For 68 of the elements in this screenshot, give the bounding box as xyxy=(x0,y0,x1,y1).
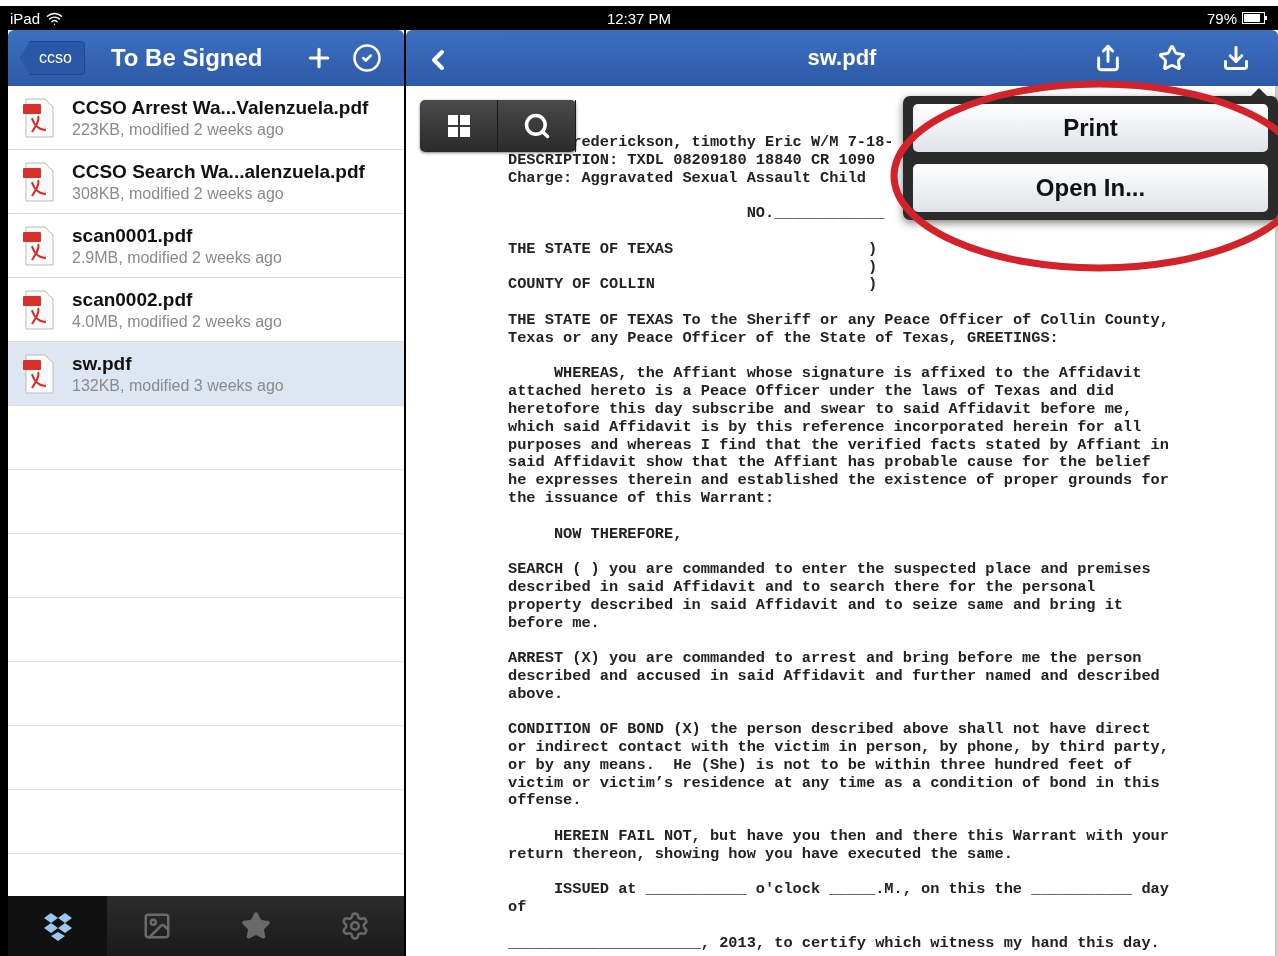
document-title: sw.pdf xyxy=(807,45,877,71)
clock: 12:37 PM xyxy=(606,9,672,27)
document-line: _____________________, 2013, to certify which witness my hand this day. xyxy=(508,934,1160,953)
download-icon[interactable] xyxy=(1222,44,1250,72)
file-name: sw.pdf xyxy=(72,352,133,375)
tab-button[interactable] xyxy=(8,896,107,956)
document-line: SEARCH ( ) you are commanded to enter the suspected place and premises xyxy=(508,561,1151,579)
menu-button[interactable]: Print xyxy=(913,104,1268,152)
file-name: CCSO Search Wa...alenzuela.pdf xyxy=(72,160,365,183)
document-line: return thereon, showing how you have executed the same. xyxy=(508,845,1013,864)
document-line: described and accused in said Affidavit and further named and described xyxy=(508,667,1160,686)
file-details: 308KB, modified 2 weeks ago xyxy=(72,184,285,203)
bracket-mark: ) xyxy=(868,276,878,295)
pdf-file-icon xyxy=(22,161,56,202)
document-line: WHEREAS, the Affiant whose signature is affixed to the Affidavit xyxy=(552,365,1142,384)
document-line: COUNTY OF COLLIN xyxy=(508,276,656,295)
document-line: which said Affidavit is by this reference incorporated herein for all xyxy=(508,418,1142,437)
document-line: the issuance of this Warrant: xyxy=(508,489,775,508)
menu-button[interactable]: Open In... xyxy=(913,164,1268,212)
settings-icon xyxy=(339,911,370,941)
document-line: DESCRIPTION: TXDL 08209180 18840 CR 1090 xyxy=(508,151,876,170)
file-name: scan0002.pdf xyxy=(72,288,194,311)
document-line: said Affidavit show that the Affiant has probable cause for the belief xyxy=(508,454,1151,473)
back-button[interactable]: ccso xyxy=(20,41,85,75)
document-line: ARREST (X) you are commanded to arrest and bring before me the person xyxy=(508,650,1142,668)
document-line: he expresses therein and established the existence of proper grounds for xyxy=(508,472,1169,490)
document-line: victim or victim’s residence at any time as a condition of bond in this xyxy=(508,774,1160,793)
file-details: 2.9MB, modified 2 weeks ago xyxy=(72,248,282,267)
document-line: purposes and whereas I find that the verified facts stated by Affiant in xyxy=(508,436,1169,455)
document-line: Texas or any Peace Officer of the State of Texas, GREETINGS: xyxy=(508,329,1059,348)
bracket-mark: ) xyxy=(868,258,878,277)
device-name: iPad xyxy=(10,9,41,27)
folder-title: To Be Signed xyxy=(110,44,263,72)
star-icon[interactable] xyxy=(1158,44,1186,72)
document-line: Charge: Aggravated Sexual Assault Child xyxy=(508,169,866,188)
document-line: THE STATE OF TEXAS To the Sheriff or any Peace Officer of Collin County, xyxy=(508,311,1169,330)
document-line: THE STATE OF TEXAS xyxy=(508,240,675,259)
document-line: described in said Affidavit and to search there for the personal xyxy=(508,578,1096,597)
share-icon[interactable] xyxy=(1094,44,1122,72)
file-details: 223KB, modified 2 weeks ago xyxy=(72,120,285,139)
file-name: scan0001.pdf xyxy=(72,224,194,247)
document-line: above. xyxy=(508,685,564,704)
document-line: offense. xyxy=(508,792,582,811)
document-line: or indirect contact with the victim in person, by phone, by third party, xyxy=(508,739,1169,757)
battery-percent: 79% xyxy=(1206,9,1237,27)
document-line: HEREIN FAIL NOT, but have you then and there this Warrant with your xyxy=(552,828,1169,846)
star-icon xyxy=(240,911,271,941)
pdf-file-icon xyxy=(22,97,56,138)
file-details: 132KB, modified 3 weeks ago xyxy=(72,376,284,395)
pdf-file-icon xyxy=(22,353,56,394)
document-line: of xyxy=(508,899,527,918)
pdf-file-icon xyxy=(22,289,56,330)
bracket-mark: ) xyxy=(868,240,878,259)
file-name: CCSO Arrest Wa...Valenzuela.pdf xyxy=(72,96,369,119)
check-circle-icon[interactable] xyxy=(352,43,382,73)
document-line: ISSUED at ___________ o'clock _____.M., on this the ___________ day xyxy=(552,881,1169,900)
battery-icon xyxy=(1242,12,1268,24)
document-line: NO.____________ xyxy=(745,205,885,223)
document-line: heretofore this day subscribe and swear to said Affidavit before me, xyxy=(508,400,1133,419)
document-line: attached hereto is a Peace Officer under the laws of Texas and did xyxy=(508,383,1114,401)
document-line: CONDITION OF BOND (X) the person described above shall not have direct xyxy=(508,721,1151,740)
document-line: before me. xyxy=(508,614,600,633)
document-line: NOW THEREFORE, xyxy=(552,525,683,544)
file-row[interactable]: sw.pdf 132KB, modified 3 weeks ago xyxy=(8,342,404,406)
document-line: or by any means. He (She) is not to be within three hundred feet of xyxy=(508,756,1133,775)
document-line: property described in said Affidavit and to seize same and bring it xyxy=(508,596,1124,615)
pdf-file-icon xyxy=(22,225,56,266)
file-details: 4.0MB, modified 2 weeks ago xyxy=(72,312,282,331)
